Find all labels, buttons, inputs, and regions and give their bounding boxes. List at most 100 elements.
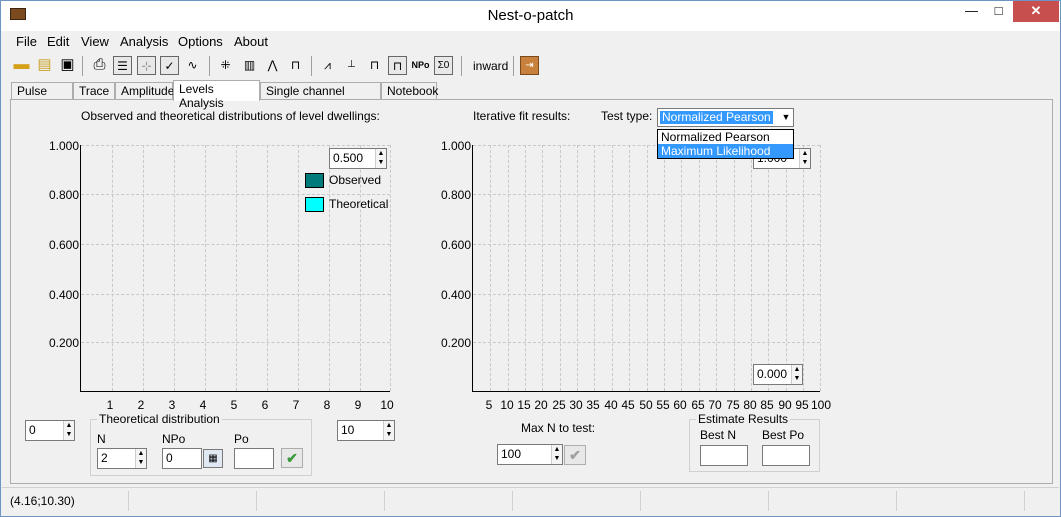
tab-amplitude[interactable]: Amplitude — [115, 82, 174, 100]
max-n-check-icon[interactable]: ✔ — [564, 445, 586, 465]
legend-swatch-theoretical — [305, 197, 324, 212]
option-normalized-pearson[interactable]: Normalized Pearson — [658, 130, 793, 144]
gridline — [716, 145, 717, 391]
npo-icon[interactable]: NPo — [411, 56, 430, 75]
spin-arrows-icon[interactable]: ▲ ▼ — [791, 365, 802, 384]
sigma-icon[interactable]: Σ0 — [434, 56, 453, 75]
edit-grid-icon[interactable]: ⊹ — [137, 56, 156, 75]
exit-door-icon[interactable]: ⇥ — [520, 56, 539, 75]
levels-icon[interactable]: ⊓ — [365, 56, 384, 75]
right-ymin-spinner[interactable]: 0.000 ▲ ▼ — [753, 364, 803, 385]
x-tick-label: 8 — [323, 398, 331, 412]
y-tick-label: 0.400 — [440, 288, 471, 302]
gridline — [508, 145, 509, 391]
gridline — [390, 145, 391, 391]
legend-observed-label: Observed — [329, 173, 382, 187]
po-field[interactable] — [234, 448, 274, 469]
toolbar-separator — [311, 56, 312, 76]
gridline — [490, 145, 491, 391]
minimize-button[interactable]: — — [958, 1, 985, 22]
waveform-icon[interactable]: ∿ — [183, 56, 202, 75]
best-n-field[interactable] — [700, 445, 748, 466]
menu-file[interactable]: File — [16, 34, 37, 49]
gridline — [664, 145, 665, 391]
maximize-button[interactable]: □ — [985, 1, 1012, 22]
app-window: Nest-o-patch — □ ✕ File Edit View Analys… — [0, 0, 1061, 517]
npo-label: NPo — [162, 432, 186, 446]
gridline — [542, 145, 543, 391]
open-folder-icon[interactable]: ▬ — [12, 56, 31, 75]
left-min-spinner[interactable]: 0 ▲ ▼ — [25, 420, 75, 441]
burst-icon[interactable]: ⁜ — [216, 56, 235, 75]
bars-icon[interactable]: ▥ — [240, 56, 259, 75]
option-maximum-likelihood[interactable]: Maximum Likelihood — [658, 144, 793, 158]
menu-view[interactable]: View — [81, 34, 109, 49]
levels-analysis-panel: Observed and theoretical distributions o… — [10, 99, 1053, 484]
x-tick-label: 100 — [810, 398, 832, 412]
gridline — [525, 145, 526, 391]
spin-arrows-icon[interactable]: ▲ ▼ — [383, 421, 394, 440]
toolbar: ▬ ▤ ▣ ⎙ ☰ ⊹ ✓ ∿ ⁜ ▥ ⋀ ⊓ ⩘ ⊥ ⊓ ⊓ NPo Σ0 i… — [2, 53, 1059, 79]
open-files-icon[interactable]: ▤ — [35, 56, 54, 75]
x-tick-label: 4 — [199, 398, 207, 412]
spin-arrows-icon[interactable]: ▲ ▼ — [375, 149, 386, 168]
spin-arrows-icon[interactable]: ▲ ▼ — [63, 421, 74, 440]
x-tick-label: 85 — [760, 398, 774, 412]
x-tick-label: 9 — [354, 398, 362, 412]
save-icon[interactable]: ▣ — [58, 56, 77, 75]
x-tick-label: 45 — [621, 398, 635, 412]
tab-single-channel-kinetics[interactable]: Single channel Kinetics — [260, 82, 381, 112]
left-max-spinner[interactable]: 10 ▲ ▼ — [337, 420, 395, 441]
tab-trace[interactable]: Trace — [73, 82, 115, 100]
table-icon[interactable]: ☰ — [113, 56, 132, 75]
y-tick-label: 0.600 — [48, 238, 79, 252]
chevron-down-icon[interactable]: ▼ — [780, 110, 792, 125]
n-spinner[interactable]: 2 ▲ ▼ — [97, 448, 147, 469]
histogram-icon[interactable]: ⊥ — [342, 56, 361, 75]
trace-icon[interactable]: ⩘ — [318, 56, 337, 75]
menu-analysis[interactable]: Analysis — [120, 34, 168, 49]
status-segment: (4.16;10.30) — [2, 491, 129, 511]
estimate-results-title: Estimate Results — [696, 412, 791, 426]
npo-field[interactable]: 0 — [162, 448, 202, 469]
x-tick-label: 2 — [137, 398, 145, 412]
levels-box-icon[interactable]: ⊓ — [388, 56, 407, 75]
left-ymax-spinner[interactable]: 0.500 ▲ ▼ — [329, 148, 387, 169]
menu-edit[interactable]: Edit — [47, 34, 69, 49]
right-ymin-value: 0.000 — [757, 367, 788, 381]
y-tick-label: 0.400 — [48, 288, 79, 302]
gridline — [751, 145, 752, 391]
x-tick-label: 1 — [106, 398, 114, 412]
best-po-field[interactable] — [762, 445, 810, 466]
spin-arrows-icon[interactable]: ▲ ▼ — [551, 445, 562, 464]
gridline — [577, 145, 578, 391]
checkbox-icon[interactable]: ✓ — [160, 56, 179, 75]
gridline — [298, 145, 299, 391]
calculator-icon[interactable]: ▦ — [203, 449, 223, 468]
y-tick-label: 1.000 — [48, 139, 79, 153]
test-type-select[interactable]: Normalized Pearson ▼ — [657, 108, 794, 127]
best-po-label: Best Po — [762, 428, 805, 442]
peak-icon[interactable]: ⋀ — [263, 56, 282, 75]
gridline — [681, 145, 682, 391]
left-min-value: 0 — [29, 423, 36, 437]
tab-notebook[interactable]: Notebook — [381, 82, 438, 100]
toolbar-separator — [513, 56, 514, 76]
close-button[interactable]: ✕ — [1013, 1, 1059, 22]
threshold-icon[interactable]: ⊓ — [286, 56, 305, 75]
tab-levels-analysis[interactable]: Levels Analysis — [173, 80, 260, 110]
max-n-spinner[interactable]: 100 ▲ ▼ — [497, 444, 563, 465]
direction-label[interactable]: inward — [473, 59, 508, 73]
right-plot-area — [472, 145, 821, 392]
spin-arrows-icon[interactable]: ▲ ▼ — [135, 449, 146, 468]
legend-theoretical-label: Theoretical — [329, 197, 389, 211]
x-tick-label: 10 — [380, 398, 394, 412]
menu-options[interactable]: Options — [178, 34, 223, 49]
apply-check-icon[interactable]: ✔ — [281, 448, 303, 468]
print-icon[interactable]: ⎙ — [90, 56, 109, 75]
menu-about[interactable]: About — [234, 34, 268, 49]
legend-swatch-observed — [305, 173, 324, 188]
tab-pulse-tree[interactable]: Pulse Tree — [11, 82, 73, 112]
spin-arrows-icon[interactable]: ▲ ▼ — [799, 149, 810, 168]
gridline — [205, 145, 206, 391]
